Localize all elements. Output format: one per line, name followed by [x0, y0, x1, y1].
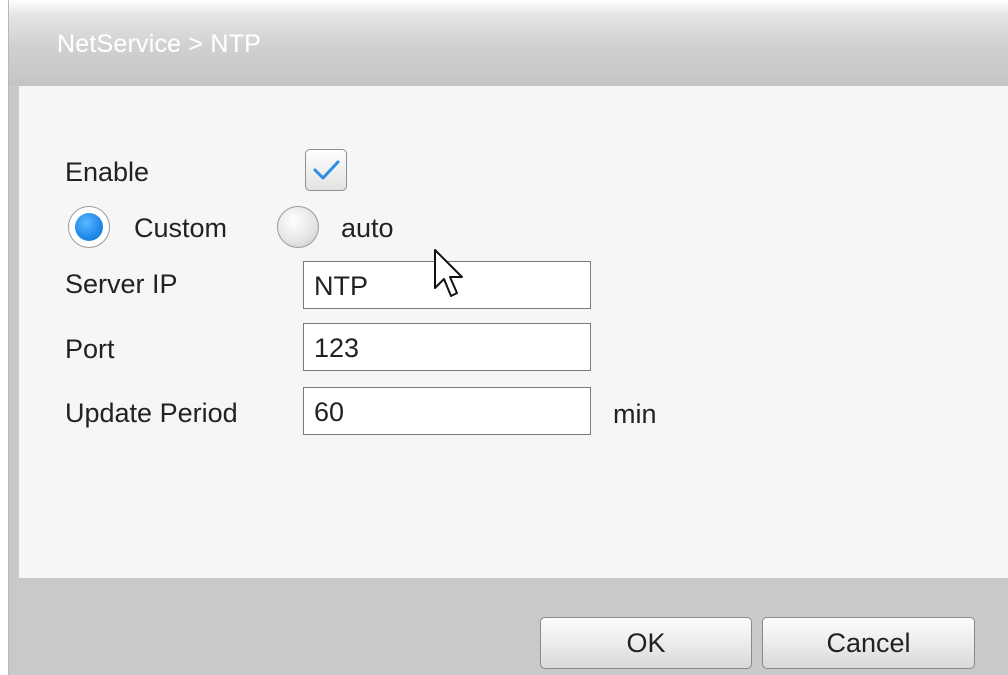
port-label: Port [65, 334, 115, 364]
cancel-button[interactable]: Cancel [762, 617, 975, 669]
update-period-input[interactable]: 60 [303, 387, 591, 435]
server-ip-label: Server IP [65, 269, 178, 299]
auto-radio[interactable] [277, 206, 319, 248]
auto-radio-label: auto [341, 213, 394, 243]
update-period-label: Update Period [65, 398, 238, 428]
enable-checkbox[interactable] [305, 149, 347, 191]
enable-label: Enable [65, 157, 150, 187]
update-period-unit: min [613, 399, 657, 429]
ntp-dialog: NetService > NTP Enable Custom auto Serv… [8, 0, 1008, 675]
mouse-cursor-icon [434, 249, 463, 297]
custom-radio[interactable] [68, 206, 110, 248]
title-bar: NetService > NTP [9, 0, 1008, 86]
custom-radio-label: Custom [134, 213, 228, 243]
window-title: NetService > NTP [57, 30, 261, 58]
check-icon [313, 160, 340, 180]
ntp-settings-panel: Enable Custom auto Server IP NTP Port 12… [19, 86, 1008, 578]
port-input[interactable]: 123 [303, 323, 591, 371]
ok-button[interactable]: OK [540, 617, 752, 669]
